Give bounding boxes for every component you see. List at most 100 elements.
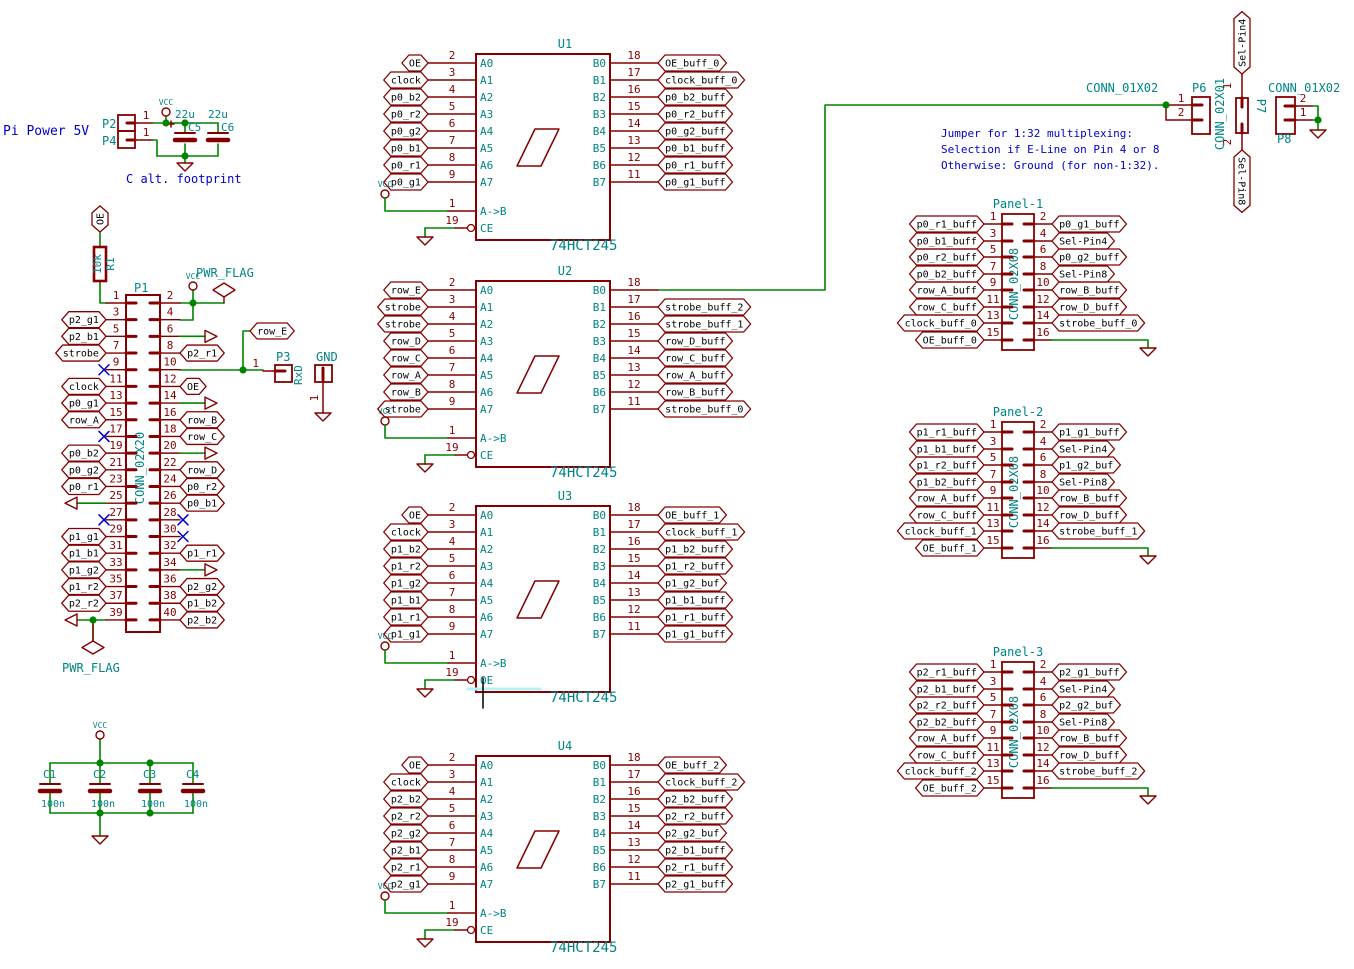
connector-P8[interactable]: 21P8CONN_01X02 [1268,81,1340,146]
global-label-p1_r2[interactable]: p1_r2 [62,579,106,595]
global-label-clock_buff_2[interactable]: clock_buff_2 [658,774,745,790]
global-label-strobe_buff_1[interactable]: strobe_buff_1 [1052,523,1145,539]
global-label-row_C_buff[interactable]: row_C_buff [910,507,985,523]
global-label-row_A_buff[interactable]: row_A_buff [910,282,985,298]
global-label-p2_r2[interactable]: p2_r2 [384,808,428,824]
global-label-p0_b1_buff[interactable]: p0_b1_buff [910,233,985,249]
global-label-p2_r2[interactable]: p2_r2 [62,595,106,611]
global-label-OE_buff_0[interactable]: OE_buff_0 [916,332,984,348]
capacitor-C1[interactable]: C1100n [40,768,65,810]
global-label-OE[interactable]: OE [402,757,428,773]
global-label-p1_b1_buff[interactable]: p1_b1_buff [910,441,985,457]
global-label-p1_g1_buff[interactable]: p1_g1_buff [658,626,733,642]
global-label-p2_b2_buff[interactable]: p2_b2_buff [658,791,733,807]
global-label-p1_r2[interactable]: p1_r2 [384,558,428,574]
global-label-p0_g2[interactable]: p0_g2 [384,123,428,139]
global-label-Sel-Pin4[interactable]: Sel-Pin4 [1234,12,1250,74]
global-label-clock_buff_2[interactable]: clock_buff_2 [897,763,984,779]
global-label-p0_b2_buff[interactable]: p0_b2_buff [910,266,985,282]
global-label-p2_g1_buff[interactable]: p2_g1_buff [1052,664,1127,680]
note-jumper-line2[interactable]: Selection if E-Line on Pin 4 or 8 [941,143,1160,156]
global-label-p0_r1[interactable]: p0_r1 [62,478,106,494]
global-label-p0_b1_buff[interactable]: p0_b1_buff [658,140,733,156]
global-label-p0_g1[interactable]: p0_g1 [384,174,428,190]
wires[interactable] [50,105,1318,836]
gnd-symbol[interactable] [1140,796,1156,804]
global-label-strobe_buff_2[interactable]: strobe_buff_2 [658,299,751,315]
global-label-Sel-Pin4[interactable]: Sel-Pin4 [1052,441,1114,457]
global-label-p2_g1_buff[interactable]: p2_g1_buff [658,876,733,892]
global-label-p2_g2[interactable]: p2_g2 [180,579,224,595]
global-label-p0_r2[interactable]: p0_r2 [180,478,224,494]
vcc-symbol[interactable]: VCC [186,272,201,290]
global-label-strobe_buff_0[interactable]: strobe_buff_0 [658,401,751,417]
global-label-p0_g2_buff[interactable]: p0_g2_buff [1052,249,1127,265]
global-label-p0_r2_buff[interactable]: p0_r2_buff [658,106,733,122]
global-label-p1_r1_buff[interactable]: p1_r1_buff [658,609,733,625]
global-label-p2_r1_buff[interactable]: p2_r1_buff [910,664,985,680]
global-label-OE_buff_0[interactable]: OE_buff_0 [658,55,726,71]
global-label-row_E[interactable]: row_E [250,323,294,339]
global-label-p0_b1[interactable]: p0_b1 [384,140,428,156]
gnd-symbol[interactable] [205,330,217,342]
global-label-row_A[interactable]: row_A [62,412,106,428]
global-label-strobe_buff_1[interactable]: strobe_buff_1 [658,316,751,332]
global-label-p1_b2[interactable]: p1_b2 [384,541,428,557]
global-label-p2_b2[interactable]: p2_b2 [384,791,428,807]
global-label-p1_g2_buf[interactable]: p1_g2_buf [1052,457,1120,473]
global-label-p1_b1[interactable]: p1_b1 [384,592,428,608]
pwr-flag[interactable]: PWR_FLAG [196,266,254,303]
global-label-p1_r2_buff[interactable]: p1_r2_buff [658,558,733,574]
global-label-p2_b1[interactable]: p2_b1 [384,842,428,858]
global-label-row_B_buff[interactable]: row_B_buff [1052,730,1127,746]
global-label-p2_b2[interactable]: p2_b2 [180,612,224,628]
global-label-p0_r2[interactable]: p0_r2 [384,106,428,122]
note-pi-power[interactable]: Pi Power 5V [3,124,89,139]
global-label-Sel-Pin4[interactable]: Sel-Pin4 [1052,681,1114,697]
global-label-OE[interactable]: OE [180,378,206,394]
connector-P7[interactable]: 12P7CONN_02X01 [1213,78,1268,150]
global-label-p1_b2_buff[interactable]: p1_b2_buff [658,541,733,557]
global-label-p0_b2[interactable]: p0_b2 [384,89,428,105]
global-label-p0_r1[interactable]: p0_r1 [384,157,428,173]
note-jumper-line1[interactable]: Jumper for 1:32 multiplexing: [941,127,1133,140]
global-label-p1_g1[interactable]: p1_g1 [384,626,428,642]
global-label-row_D_buff[interactable]: row_D_buff [1052,507,1127,523]
gnd-symbol[interactable] [205,447,217,459]
global-label-p0_g1[interactable]: p0_g1 [62,395,106,411]
global-label-p0_r2_buff[interactable]: p0_r2_buff [910,249,985,265]
global-label-row_C_buff[interactable]: row_C_buff [910,747,985,763]
capacitor-C4[interactable]: C4100n [183,768,208,810]
global-label-OE[interactable]: OE [402,507,428,523]
global-label-strobe_buff_0[interactable]: strobe_buff_0 [1052,315,1145,331]
global-label-row_B_buff[interactable]: row_B_buff [1052,490,1127,506]
global-label-row_D[interactable]: row_D [180,462,224,478]
capacitor-C6[interactable]: C622u [208,108,234,140]
global-label-Sel-Pin8[interactable]: Sel-Pin8 [1234,150,1250,212]
global-label-p2_r1[interactable]: p2_r1 [180,345,224,361]
global-label-strobe[interactable]: strobe [378,299,428,315]
global-label-clock[interactable]: clock [384,524,428,540]
global-label-row_C_buff[interactable]: row_C_buff [910,299,985,315]
gnd-symbol[interactable] [177,163,193,171]
global-label-p1_b1[interactable]: p1_b1 [62,545,106,561]
global-label-p2_b1[interactable]: p2_b1 [62,328,106,344]
global-label-strobe_buff_2[interactable]: strobe_buff_2 [1052,763,1145,779]
global-label-OE_buff_2[interactable]: OE_buff_2 [658,757,726,773]
global-label-strobe[interactable]: strobe [56,345,106,361]
capacitor-C2[interactable]: C2100n [90,768,115,810]
gnd-symbol[interactable] [417,689,433,697]
global-label-p1_g2[interactable]: p1_g2 [384,575,428,591]
global-label-row_D_buff[interactable]: row_D_buff [658,333,733,349]
global-label-p1_r2_buff[interactable]: p1_r2_buff [910,457,985,473]
global-label-OE_buff_1[interactable]: OE_buff_1 [658,507,726,523]
global-label-clock[interactable]: clock [384,72,428,88]
gnd-symbol[interactable] [1310,130,1326,138]
global-label-p0_b1[interactable]: p0_b1 [180,495,224,511]
global-label-clock_buff_1[interactable]: clock_buff_1 [658,524,745,540]
pwr-flag[interactable]: PWR_FLAG [62,620,120,675]
global-label-row_A_buff[interactable]: row_A_buff [658,367,733,383]
global-label-p1_g1_buff[interactable]: p1_g1_buff [1052,424,1127,440]
global-label-p1_g1[interactable]: p1_g1 [62,529,106,545]
gnd-symbol[interactable] [1140,348,1156,356]
